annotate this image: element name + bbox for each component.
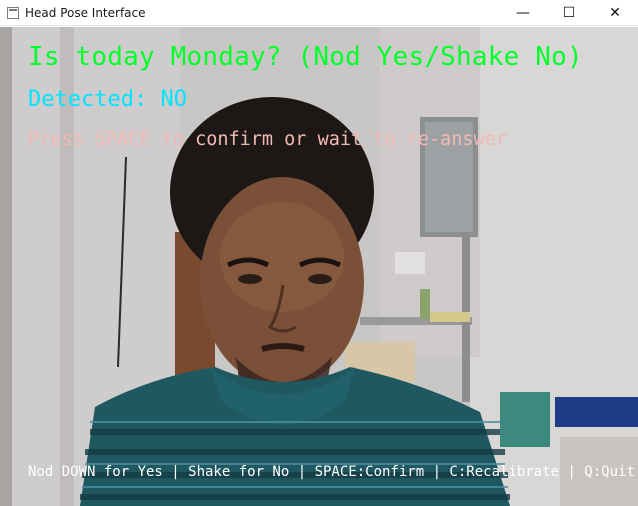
shelf-items <box>430 312 470 322</box>
controls-hint: Nod DOWN for Yes | Shake for No | SPACE:… <box>28 464 635 480</box>
close-button[interactable]: ✕ <box>592 0 638 26</box>
bucket <box>500 392 550 447</box>
window-titlebar: Head Pose Interface — ☐ ✕ <box>0 0 638 26</box>
question-text: Is today Monday? (Nod Yes/Shake No) <box>28 42 583 72</box>
cloth <box>555 397 638 427</box>
bottle <box>420 289 430 319</box>
app-window-icon <box>7 6 19 19</box>
confirm-instruction: Press SPACE to confirm or wait to re-ans… <box>28 129 507 150</box>
window-controls: — ☐ ✕ <box>500 0 638 26</box>
left-eye <box>238 274 262 284</box>
mustache <box>261 343 305 352</box>
switch-board <box>395 252 425 274</box>
door-edge <box>0 27 12 506</box>
camera-feed: Is today Monday? (Nod Yes/Shake No) Dete… <box>0 27 638 506</box>
maximize-button[interactable]: ☐ <box>546 0 592 26</box>
detected-status: Detected: NO <box>28 87 187 112</box>
right-eye <box>308 274 332 284</box>
window-title: Head Pose Interface <box>25 5 146 20</box>
minimize-button[interactable]: — <box>500 0 546 26</box>
